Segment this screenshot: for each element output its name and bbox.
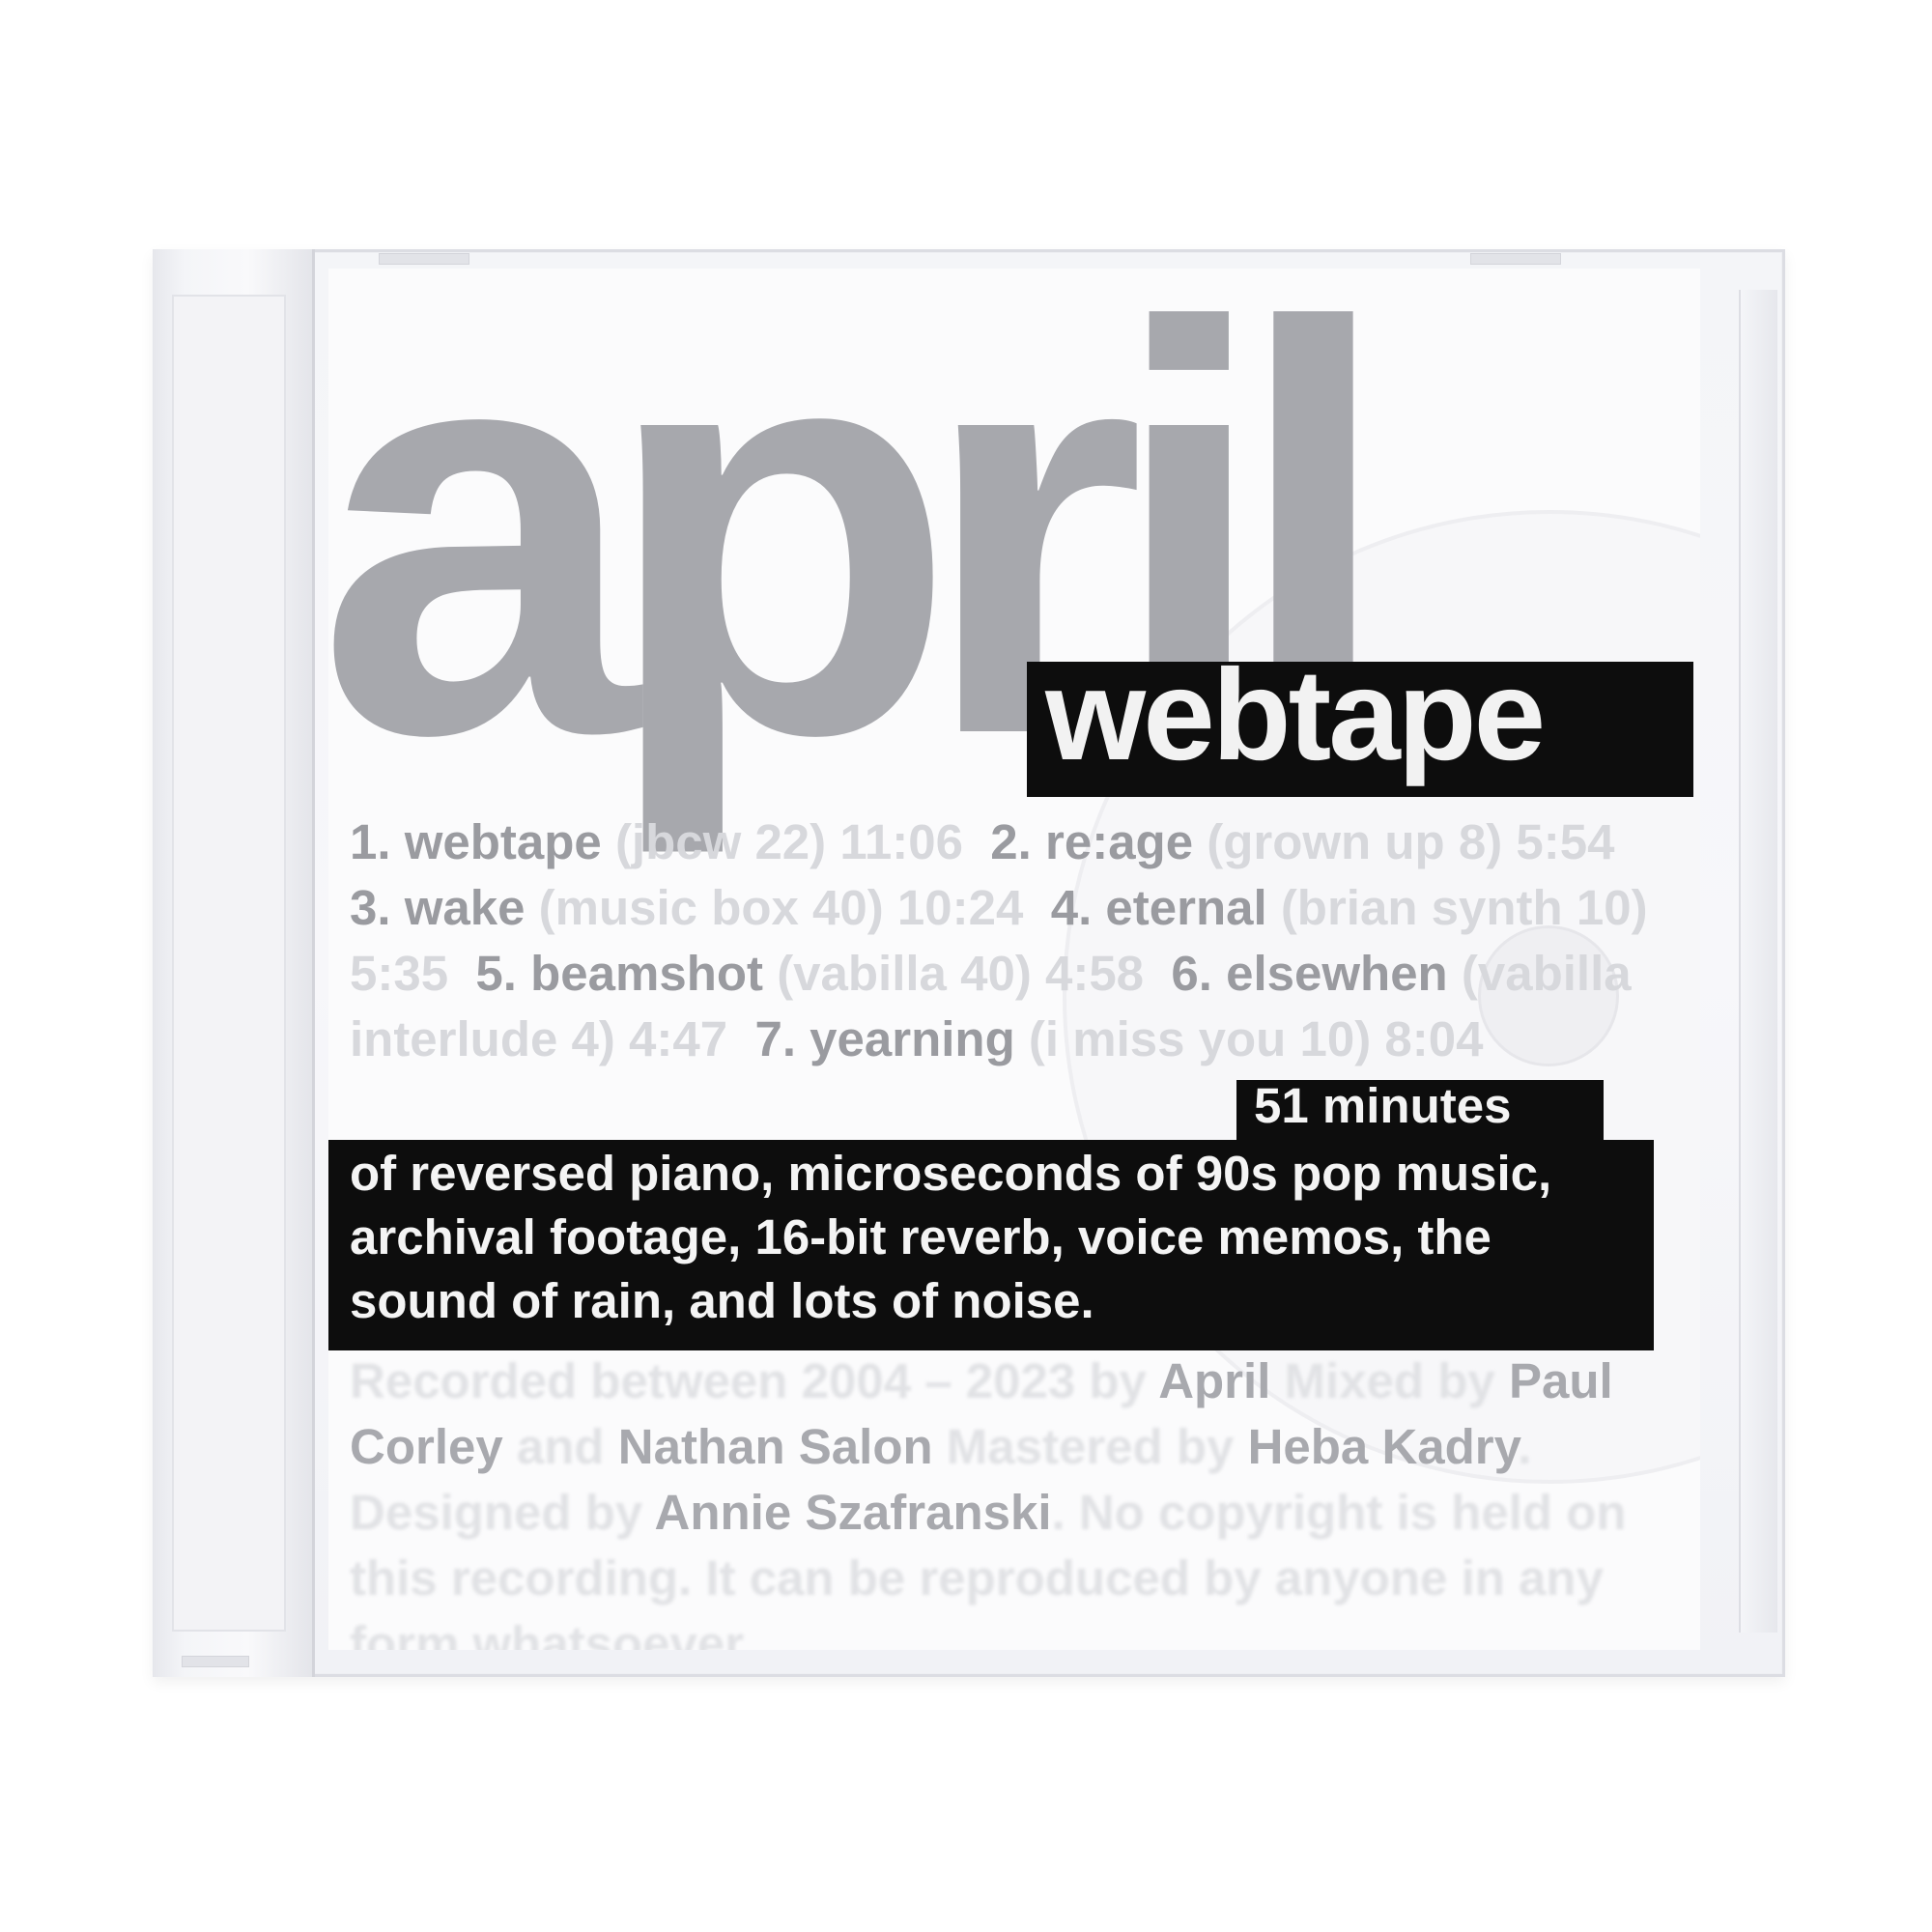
credit-artist: April [1158,1353,1271,1408]
album-cover: april webtape 1. webtape (jbcw 22) 11:06… [328,269,1700,1650]
credit-designer: Annie Szafranski [654,1485,1052,1540]
track-item: 5. beamshot (vabilla 40) 4:58 [475,946,1145,1001]
album-title: webtape [1045,643,1546,787]
credit-masterer: Heba Kadry [1247,1419,1519,1474]
track-item: 2. re:age (grown up 8) 5:54 [990,814,1615,869]
description-body: of reversed piano, microseconds of 90s p… [350,1146,1552,1328]
credit-mixer-2: Nathan Salon [617,1419,933,1474]
case-tab-right [1470,253,1561,265]
track-item: 7. yearning (i miss you 10) 8:04 [754,1011,1484,1066]
case-tab-left [379,253,469,265]
description-lead: 51 minutes [1254,1078,1512,1133]
credits: Recorded between 2004 – 2023 by April Mi… [350,1349,1692,1650]
case-hinge-bottom [182,1656,249,1667]
spine-insert [172,295,286,1632]
case-right-edge [1739,290,1777,1633]
tracklist: 1. webtape (jbcw 22) 11:06 2. re:age (gr… [350,810,1683,1072]
track-item: 1. webtape (jbcw 22) 11:06 [350,814,963,869]
track-item: 3. wake (music box 40) 10:24 [350,880,1024,935]
